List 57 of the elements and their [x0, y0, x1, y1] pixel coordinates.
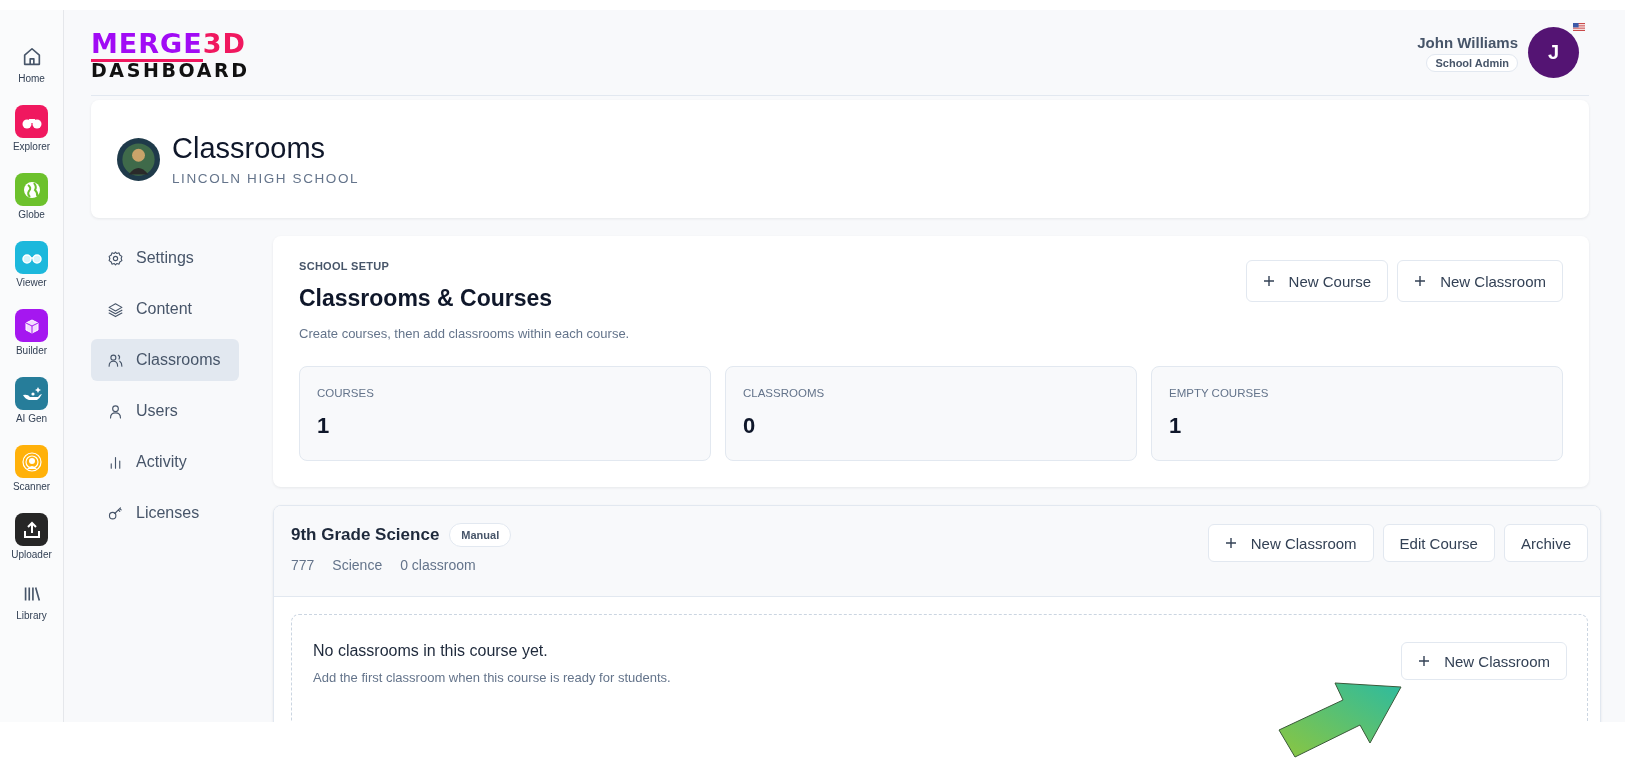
section-label: SCHOOL SETUP — [299, 260, 391, 272]
page-title: Classrooms — [172, 132, 327, 165]
plus-icon — [1262, 275, 1275, 287]
empty-state-title: No classrooms in this course yet. — [313, 642, 549, 660]
app-label[interactable]: Scanner — [12, 481, 51, 492]
section-title: Classrooms & Courses — [299, 285, 554, 312]
course-type-badge: Manual — [449, 523, 512, 547]
avatar[interactable]: J — [1528, 27, 1579, 78]
upload-icon[interactable] — [15, 513, 48, 546]
add-button[interactable]: New Classroom — [1397, 260, 1563, 302]
layers-icon — [107, 300, 124, 318]
stat-value: 1 — [1169, 413, 1183, 439]
app-label[interactable]: Explorer — [12, 141, 51, 152]
school-name: LINCOLN HIGH SCHOOL — [172, 171, 360, 186]
course-action-button[interactable]: Archive — [1503, 524, 1588, 562]
school-seal-icon — [117, 137, 160, 181]
plus-icon — [1224, 537, 1237, 549]
nav-item[interactable]: Activity — [91, 441, 239, 483]
plus-icon — [1414, 275, 1427, 287]
app-label[interactable]: Builder — [15, 345, 48, 356]
role-badge: School Admin — [1426, 53, 1518, 72]
new-classroom-button[interactable]: New Classroom — [1207, 524, 1374, 562]
plus-icon — [1418, 655, 1431, 667]
user-name: John Williams — [1417, 33, 1518, 51]
app-label[interactable]: Viewer — [16, 277, 47, 288]
app-label[interactable]: Home — [18, 73, 45, 84]
person-icon — [107, 402, 124, 420]
merge3d-dashboard-logo[interactable]: MERGE3D DASHBOARD — [91, 25, 250, 80]
app-label[interactable]: Uploader — [11, 549, 52, 560]
binoculars-icon[interactable] — [15, 105, 48, 138]
course-meta: 0 classroom — [400, 557, 476, 573]
app-label[interactable]: Library — [16, 610, 47, 621]
empty-state-text: Add the first classroom when this course is ready for students. — [313, 670, 671, 685]
gear-icon — [107, 249, 124, 267]
nav-item[interactable]: Content — [91, 288, 239, 330]
add-button[interactable]: New Course — [1245, 260, 1389, 302]
us-flag-icon[interactable] — [1573, 23, 1585, 31]
course-action-button[interactable]: Edit Course — [1382, 524, 1495, 562]
course-meta: 777 — [291, 557, 315, 573]
cube-icon[interactable] — [15, 309, 48, 342]
course-meta: Science — [332, 557, 383, 573]
stat-value: 0 — [743, 413, 757, 439]
app-label[interactable]: Globe — [18, 209, 45, 220]
course-title: 9th Grade Science — [291, 525, 440, 545]
nav-item[interactable]: Settings — [91, 237, 239, 279]
nav-item[interactable]: Licenses — [91, 492, 239, 534]
key-icon — [107, 504, 124, 522]
nav-item[interactable]: Users — [91, 390, 239, 432]
genie-lamp-icon[interactable] — [15, 377, 48, 410]
nav-item[interactable]: Classrooms — [91, 339, 239, 381]
stat-value: 1 — [317, 413, 331, 439]
section-description: Create courses, then add classrooms within each course. — [299, 326, 630, 341]
stat-label: COURSES — [317, 387, 375, 399]
app-label[interactable]: AI Gen — [15, 413, 48, 424]
new-classroom-button[interactable]: New Classroom — [1401, 642, 1567, 680]
stat-label: CLASSROOMS — [743, 387, 826, 399]
stat-label: EMPTY COURSES — [1169, 387, 1270, 399]
